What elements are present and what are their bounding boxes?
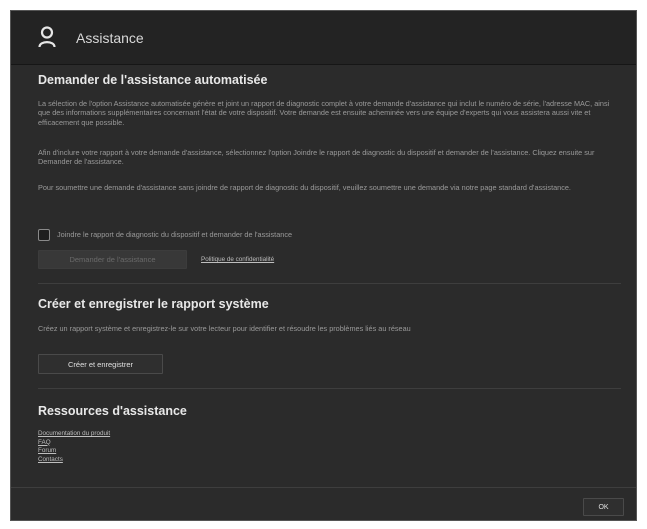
section-divider bbox=[38, 283, 621, 284]
resource-link-forum[interactable]: Forum bbox=[38, 447, 110, 456]
resource-links: Documentation du produit FAQ Forum Conta… bbox=[38, 430, 110, 464]
resources-title: Ressources d'assistance bbox=[38, 404, 187, 418]
auto-support-paragraph-3: Pour soumettre une demande d'assistance … bbox=[38, 183, 571, 192]
user-icon bbox=[38, 26, 56, 48]
resource-link-contacts[interactable]: Contacts bbox=[38, 456, 110, 465]
auto-support-title: Demander de l'assistance automatisée bbox=[38, 73, 268, 87]
system-report-paragraph: Créez un rapport système et enregistrez-… bbox=[38, 324, 411, 333]
auto-support-paragraph-2: Afin d'inclure votre rapport à votre dem… bbox=[38, 148, 595, 167]
system-report-title: Créer et enregistrer le rapport système bbox=[38, 297, 269, 311]
create-save-report-button[interactable]: Créer et enregistrer bbox=[38, 354, 163, 374]
dialog-header: Assistance bbox=[11, 11, 636, 65]
attach-diagnostic-label: Joindre le rapport de diagnostic du disp… bbox=[57, 230, 293, 239]
request-assistance-button[interactable]: Demander de l'assistance bbox=[38, 250, 187, 269]
auto-support-paragraph-1: La sélection de l'option Assistance auto… bbox=[38, 99, 610, 127]
footer-divider bbox=[11, 487, 636, 488]
privacy-policy-link[interactable]: Politique de confidentialité bbox=[201, 256, 274, 263]
resource-link-documentation[interactable]: Documentation du produit bbox=[38, 430, 110, 439]
dialog-title: Assistance bbox=[76, 30, 144, 46]
resource-link-faq[interactable]: FAQ bbox=[38, 439, 110, 448]
assistance-dialog: Assistance Demander de l'assistance auto… bbox=[10, 10, 637, 521]
ok-button[interactable]: OK bbox=[583, 498, 624, 516]
attach-diagnostic-checkbox[interactable] bbox=[38, 229, 50, 241]
section-divider bbox=[38, 388, 621, 389]
